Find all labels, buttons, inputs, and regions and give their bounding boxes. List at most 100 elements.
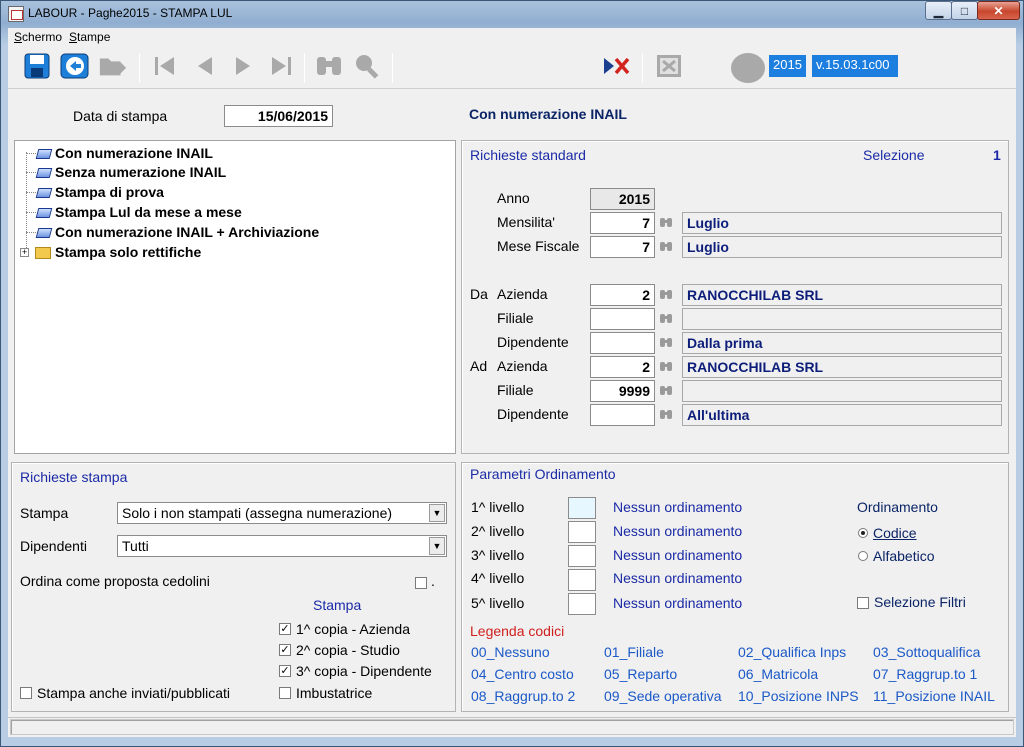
tree-item-archiviazione[interactable]: Con numerazione INAIL + Archiviazione — [26, 224, 446, 242]
imbustatrice-checkbox[interactable] — [279, 687, 291, 699]
livello4-label: 4^ livello — [471, 570, 525, 586]
livello2-input[interactable] — [568, 521, 596, 543]
last-record-icon — [266, 51, 296, 81]
livello1-input[interactable] — [568, 497, 596, 519]
ad-dipendente-description: All'ultima — [682, 404, 1002, 426]
legenda-code: 05_Reparto — [604, 666, 678, 682]
tree-item-con-numerazione[interactable]: Con numerazione INAIL — [26, 145, 446, 163]
menu-stampe[interactable]: Stampe — [69, 30, 110, 44]
ad-azienda-description: RANOCCHILAB SRL — [682, 356, 1002, 378]
legenda-code: 01_Filiale — [604, 644, 664, 660]
da-filiale-field[interactable] — [590, 308, 655, 330]
mese-fiscale-description: Luglio — [682, 236, 1002, 258]
legenda-code: 00_Nessuno — [471, 644, 550, 660]
anno-field[interactable]: 2015 — [590, 188, 655, 210]
previous-record-icon — [190, 51, 220, 81]
close-button[interactable]: ✕ — [977, 1, 1020, 20]
minimize-button[interactable]: ▁ — [925, 1, 952, 20]
da-filiale-label: Filiale — [497, 310, 534, 326]
ad-filiale-field[interactable]: 9999 — [590, 380, 655, 402]
da-azienda-field[interactable]: 2 — [590, 284, 655, 306]
stampa-select-value: Solo i non stampati (assegna numerazione… — [122, 505, 393, 521]
copia3-checkbox[interactable]: ✓ — [279, 665, 291, 677]
legenda-code: 03_Sottoqualifica — [873, 644, 981, 660]
stampa-label: Stampa — [20, 505, 69, 521]
ad-azienda-label: Azienda — [497, 358, 548, 374]
back-icon[interactable] — [60, 51, 90, 81]
document-icon — [35, 168, 53, 178]
ordina-label: Ordina come proposta cedolini — [20, 573, 210, 589]
toolbar-separator — [304, 53, 305, 83]
imbustatrice-label: Imbustatrice — [296, 685, 373, 701]
parametri-title: Parametri Ordinamento — [470, 466, 616, 482]
livello4-input[interactable] — [568, 569, 596, 591]
da-dipendente-description: Dalla prima — [682, 332, 1002, 354]
toolbar-separator — [392, 53, 393, 83]
legenda-code: 08_Raggrup.to 2 — [471, 688, 576, 704]
livello1-value: Nessun ordinamento — [613, 499, 743, 515]
lookup-binoculars-icon[interactable] — [659, 311, 673, 328]
livello4-value: Nessun ordinamento — [613, 570, 743, 586]
stampa-group-title: Stampa — [313, 597, 362, 613]
livello5-value: Nessun ordinamento — [613, 595, 743, 611]
binoculars-icon — [314, 51, 344, 81]
codice-label: Codice — [873, 525, 917, 541]
lookup-binoculars-icon[interactable] — [659, 383, 673, 400]
window-title: LABOUR - Paghe2015 - STAMPA LUL — [28, 6, 233, 20]
livello3-input[interactable] — [568, 545, 596, 567]
legenda-code: 11_Posizione INAIL — [873, 688, 995, 704]
codice-radio[interactable] — [858, 528, 868, 538]
mensilita-field[interactable]: 7 — [590, 212, 655, 234]
save-icon[interactable] — [22, 51, 52, 81]
exit-icon[interactable] — [602, 51, 632, 81]
dipendenti-select[interactable]: Tutti ▼ — [117, 535, 447, 557]
copia2-checkbox[interactable]: ✓ — [279, 644, 291, 656]
expand-icon[interactable]: + — [20, 248, 29, 257]
mensilita-label: Mensilita' — [497, 214, 555, 230]
da-azienda-description: RANOCCHILAB SRL — [682, 284, 1002, 306]
lookup-binoculars-icon[interactable] — [659, 239, 673, 256]
dipendenti-label: Dipendenti — [20, 538, 87, 554]
chevron-down-icon[interactable]: ▼ — [429, 537, 445, 555]
legenda-code: 07_Raggrup.to 1 — [873, 666, 978, 682]
copia1-label: 1^ copia - Azienda — [296, 621, 410, 637]
next-record-icon — [228, 51, 258, 81]
richieste-stampa-title: Richieste stampa — [20, 469, 128, 485]
lookup-binoculars-icon[interactable] — [659, 215, 673, 232]
alfabetico-radio[interactable] — [858, 551, 868, 561]
ordina-checkbox[interactable] — [415, 577, 427, 589]
tree-item-stampa-di-prova[interactable]: Stampa di prova — [26, 184, 446, 202]
lookup-binoculars-icon[interactable] — [659, 407, 673, 424]
legenda-code: 09_Sede operativa — [604, 688, 722, 704]
ad-filiale-description — [682, 380, 1002, 402]
dipendenti-select-value: Tutti — [122, 538, 149, 554]
livello5-label: 5^ livello — [471, 595, 525, 611]
da-dipendente-field[interactable] — [590, 332, 655, 354]
livello5-input[interactable] — [568, 593, 596, 615]
anno-label: Anno — [497, 190, 530, 206]
anche-inviati-checkbox[interactable] — [20, 687, 32, 699]
legenda-title: Legenda codici — [470, 623, 565, 639]
legenda-code: 06_Matricola — [738, 666, 819, 682]
chevron-down-icon[interactable]: ▼ — [429, 504, 445, 522]
copia1-checkbox[interactable]: ✓ — [279, 623, 291, 635]
lookup-binoculars-icon[interactable] — [659, 335, 673, 352]
da-filiale-description — [682, 308, 1002, 330]
toolbar-separator — [642, 53, 643, 83]
data-stampa-field[interactable]: 15/06/2015 — [224, 105, 333, 127]
maximize-button[interactable]: □ — [951, 1, 978, 20]
stampa-select[interactable]: Solo i non stampati (assegna numerazione… — [117, 502, 447, 524]
magnifier-icon — [352, 51, 382, 81]
tree-item-senza-numerazione[interactable]: Senza numerazione INAIL — [26, 164, 446, 182]
document-icon — [35, 208, 53, 218]
mensilita-description: Luglio — [682, 212, 1002, 234]
lookup-binoculars-icon[interactable] — [659, 287, 673, 304]
ad-dipendente-field[interactable] — [590, 404, 655, 426]
mese-fiscale-field[interactable]: 7 — [590, 236, 655, 258]
tree-item-mese-a-mese[interactable]: Stampa Lul da mese a mese — [26, 204, 446, 222]
lookup-binoculars-icon[interactable] — [659, 359, 673, 376]
ad-azienda-field[interactable]: 2 — [590, 356, 655, 378]
menu-schermo[interactable]: Schermo — [14, 30, 62, 44]
selezione-filtri-checkbox[interactable] — [857, 597, 869, 609]
tree-item-rettifiche[interactable]: + Stampa solo rettifiche — [20, 244, 446, 262]
